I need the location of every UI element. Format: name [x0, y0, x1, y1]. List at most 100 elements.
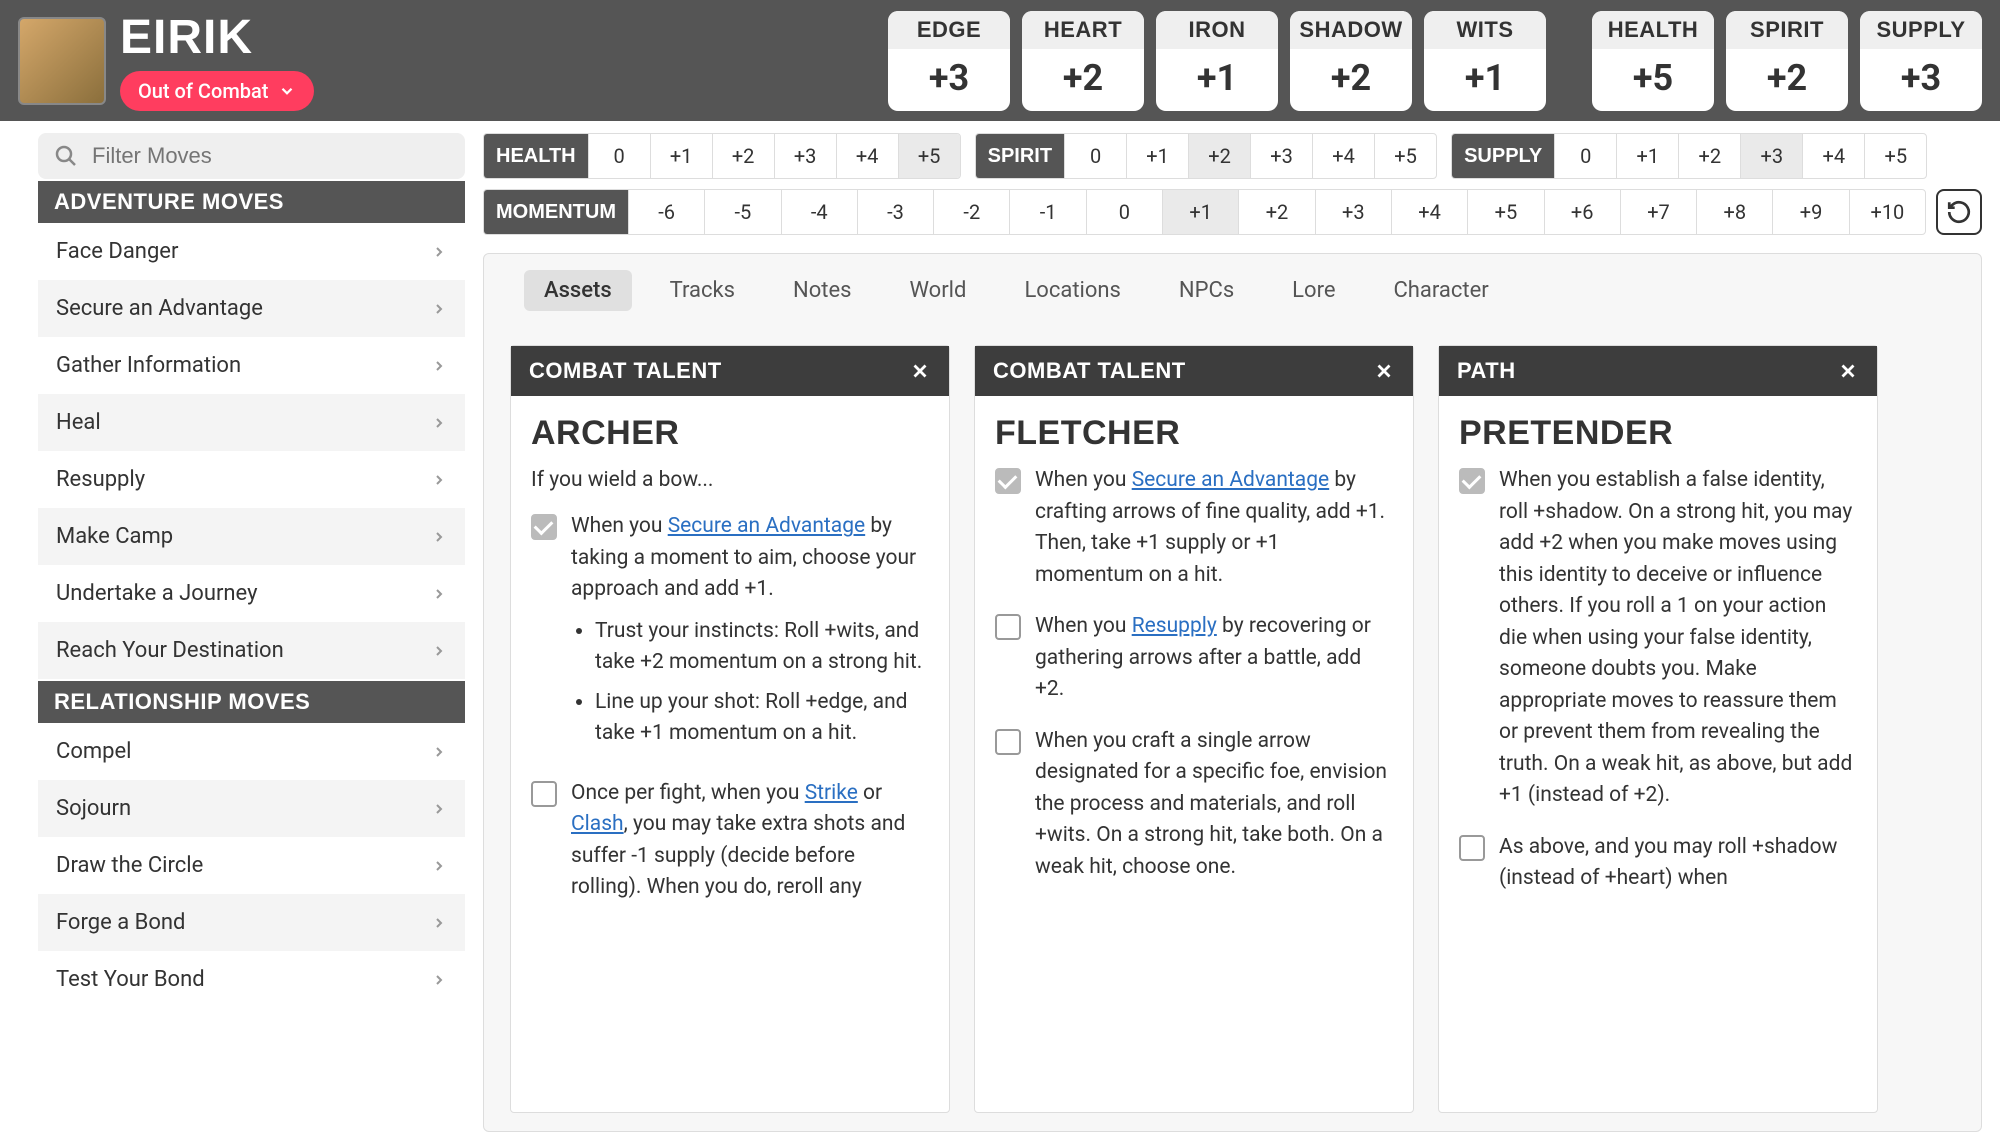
move-item[interactable]: Draw the Circle: [38, 837, 465, 894]
track-cell[interactable]: +2: [712, 134, 774, 178]
section-header: Adventure Moves: [38, 181, 465, 223]
search-input-wrap[interactable]: [38, 133, 465, 179]
tab-tracks[interactable]: Tracks: [650, 270, 755, 311]
move-item[interactable]: Sojourn: [38, 780, 465, 837]
stat-shadow[interactable]: Shadow+2: [1290, 11, 1412, 111]
track-cell[interactable]: +4: [1802, 134, 1864, 178]
track-cell[interactable]: -3: [857, 190, 933, 234]
section-header: Relationship Moves: [38, 681, 465, 723]
move-item[interactable]: Undertake a Journey: [38, 565, 465, 622]
track-cell[interactable]: +3: [1315, 190, 1391, 234]
ability-checkbox[interactable]: [531, 514, 557, 540]
track-cell[interactable]: +9: [1772, 190, 1848, 234]
track-supply: Supply0+1+2+3+4+5: [1451, 133, 1927, 179]
track-cell[interactable]: -2: [933, 190, 1009, 234]
stat-wits[interactable]: Wits+1: [1424, 11, 1546, 111]
track-cell[interactable]: +5: [1374, 134, 1436, 178]
track-cell[interactable]: +1: [1126, 134, 1188, 178]
track-cell[interactable]: +7: [1620, 190, 1696, 234]
tab-locations[interactable]: Locations: [1004, 270, 1140, 311]
asset-card: Combat TalentARCHERIf you wield a bow...…: [510, 345, 950, 1113]
track-cell[interactable]: +3: [774, 134, 836, 178]
status-selector[interactable]: Out of Combat: [120, 71, 314, 111]
chevron-right-icon: [431, 415, 447, 431]
track-cell[interactable]: 0: [588, 134, 650, 178]
track-cell[interactable]: +4: [1312, 134, 1374, 178]
close-icon[interactable]: [1373, 360, 1395, 382]
track-cell[interactable]: +8: [1696, 190, 1772, 234]
tab-assets[interactable]: Assets: [524, 270, 632, 311]
close-icon[interactable]: [909, 360, 931, 382]
move-item[interactable]: Secure an Advantage: [38, 280, 465, 337]
tab-npcs[interactable]: NPCs: [1159, 270, 1254, 311]
chevron-right-icon: [431, 472, 447, 488]
tab-world[interactable]: World: [889, 270, 986, 311]
track-cell[interactable]: +4: [1391, 190, 1467, 234]
track-cell[interactable]: -5: [704, 190, 780, 234]
chevron-right-icon: [431, 586, 447, 602]
tab-lore[interactable]: Lore: [1272, 270, 1355, 311]
track-cell[interactable]: +2: [1238, 190, 1314, 234]
track-cell[interactable]: 0: [1064, 134, 1126, 178]
track-cell[interactable]: 0: [1554, 134, 1616, 178]
track-cell[interactable]: +4: [836, 134, 898, 178]
track-cell[interactable]: +1: [1162, 190, 1238, 234]
asset-card: Combat TalentFLETCHERWhen you Secure an …: [974, 345, 1414, 1113]
search-input[interactable]: [92, 143, 449, 169]
chevron-right-icon: [431, 301, 447, 317]
track-cell[interactable]: 0: [1086, 190, 1162, 234]
move-item[interactable]: Face Danger: [38, 223, 465, 280]
moves-sidebar: Adventure MovesFace DangerSecure an Adva…: [0, 121, 465, 1132]
meter-supply[interactable]: Supply+3: [1860, 11, 1982, 111]
track-spirit: Spirit0+1+2+3+4+5: [975, 133, 1437, 179]
track-cell[interactable]: +5: [1864, 134, 1926, 178]
tab-character[interactable]: Character: [1373, 270, 1508, 311]
ability-checkbox[interactable]: [531, 781, 557, 807]
track-cell[interactable]: +1: [1616, 134, 1678, 178]
ability-checkbox[interactable]: [1459, 468, 1485, 494]
chevron-right-icon: [431, 858, 447, 874]
chevron-right-icon: [431, 915, 447, 931]
ability-checkbox[interactable]: [995, 468, 1021, 494]
move-item[interactable]: Reach Your Destination: [38, 622, 465, 679]
track-cell[interactable]: +1: [650, 134, 712, 178]
track-cell[interactable]: +6: [1544, 190, 1620, 234]
reset-momentum-button[interactable]: [1936, 189, 1982, 235]
move-item[interactable]: Test Your Bond: [38, 951, 465, 1008]
ability-checkbox[interactable]: [995, 614, 1021, 640]
stat-iron[interactable]: Iron+1: [1156, 11, 1278, 111]
tab-notes[interactable]: Notes: [773, 270, 871, 311]
move-item[interactable]: Compel: [38, 723, 465, 780]
app-header: EIRIK Out of Combat Edge+3Heart+2Iron+1S…: [0, 0, 2000, 121]
stat-edge[interactable]: Edge+3: [888, 11, 1010, 111]
move-item[interactable]: Resupply: [38, 451, 465, 508]
track-cell[interactable]: +5: [898, 134, 960, 178]
track-cell[interactable]: +3: [1250, 134, 1312, 178]
stat-heart[interactable]: Heart+2: [1022, 11, 1144, 111]
track-cell[interactable]: +5: [1467, 190, 1543, 234]
ability-checkbox[interactable]: [995, 729, 1021, 755]
content-panel: Assets Tracks Notes World Locations NPCs Lore C…: [483, 253, 1982, 1132]
track-cell[interactable]: -6: [628, 190, 704, 234]
move-item[interactable]: Heal: [38, 394, 465, 451]
move-item[interactable]: Gather Information: [38, 337, 465, 394]
chevron-right-icon: [431, 358, 447, 374]
track-cell[interactable]: -1: [1009, 190, 1085, 234]
track-cell[interactable]: +2: [1188, 134, 1250, 178]
meter-spirit[interactable]: Spirit+2: [1726, 11, 1848, 111]
move-item[interactable]: Make Camp: [38, 508, 465, 565]
track-cell[interactable]: -4: [781, 190, 857, 234]
track-cell[interactable]: +3: [1740, 134, 1802, 178]
track-cell[interactable]: +10: [1849, 190, 1925, 234]
move-item[interactable]: Forge a Bond: [38, 894, 465, 951]
close-icon[interactable]: [1837, 360, 1859, 382]
track-cell[interactable]: +2: [1678, 134, 1740, 178]
chevron-right-icon: [431, 529, 447, 545]
track-momentum: Momentum-6-5-4-3-2-10+1+2+3+4+5+6+7+8+9+…: [483, 189, 1926, 235]
asset-card: PathPRETENDERWhen you establish a false …: [1438, 345, 1878, 1113]
ability-checkbox[interactable]: [1459, 835, 1485, 861]
chevron-right-icon: [431, 801, 447, 817]
card-title: ARCHER: [531, 414, 929, 453]
meter-health[interactable]: Health+5: [1592, 11, 1714, 111]
chevron-right-icon: [431, 744, 447, 760]
